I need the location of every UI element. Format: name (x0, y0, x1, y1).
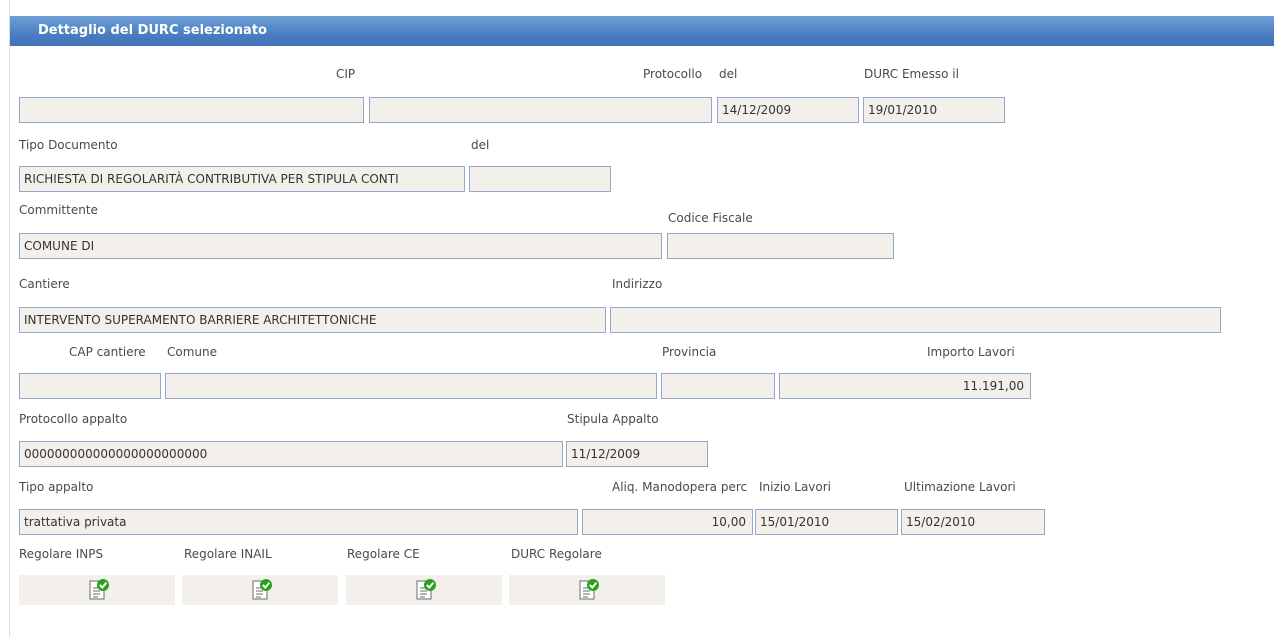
ultimazione-lavori-label: Ultimazione Lavori (904, 480, 1016, 494)
inizio-lavori-field[interactable]: 15/01/2010 (755, 509, 898, 535)
tipo-documento-date-field[interactable] (469, 166, 611, 192)
protocollo-appalto-field[interactable]: 000000000000000000000000 (19, 441, 563, 467)
regolare-inail-label: Regolare INAIL (184, 547, 272, 561)
stipula-appalto-label: Stipula Appalto (567, 412, 659, 426)
committente-label: Committente (19, 203, 98, 217)
indirizzo-label: Indirizzo (612, 277, 663, 291)
cip-field[interactable] (19, 97, 364, 123)
indirizzo-field[interactable] (610, 307, 1221, 333)
document-check-icon (252, 579, 272, 600)
cantiere-label: Cantiere (19, 277, 70, 291)
aliquota-manodopera-field[interactable]: 10,00 (582, 509, 753, 535)
inizio-lavori-label: Inizio Lavori (759, 480, 832, 494)
regolare-inail-status (182, 575, 338, 605)
regolare-inps-label: Regolare INPS (19, 547, 104, 561)
tipo-documento-field[interactable]: RICHIESTA DI REGOLARITÀ CONTRIBUTIVA PER… (19, 166, 465, 192)
cap-cantiere-field[interactable] (19, 373, 161, 399)
ultimazione-lavori-field[interactable]: 15/02/2010 (901, 509, 1045, 535)
protocollo-label: Protocollo (643, 67, 703, 81)
aliquota-manodopera-label: Aliq. Manodopera perc (612, 480, 748, 494)
durc-regolare-label: DURC Regolare (511, 547, 602, 561)
durc-regolare-status (509, 575, 665, 605)
protocollo-date-label: del (719, 67, 738, 81)
codice-fiscale-field[interactable] (667, 233, 894, 259)
regolare-inps-status (19, 575, 175, 605)
protocollo-appalto-label: Protocollo appalto (19, 412, 128, 426)
protocollo-field[interactable] (369, 97, 712, 123)
cantiere-field[interactable]: INTERVENTO SUPERAMENTO BARRIERE ARCHITET… (19, 307, 606, 333)
durc-emesso-label: DURC Emesso il (864, 67, 959, 81)
durc-emesso-field[interactable]: 19/01/2010 (863, 97, 1005, 123)
regolare-ce-status (346, 575, 502, 605)
comune-field[interactable] (165, 373, 657, 399)
importo-lavori-field[interactable]: 11.191,00 (779, 373, 1031, 399)
stipula-appalto-field[interactable]: 11/12/2009 (566, 441, 708, 467)
cap-cantiere-label: CAP cantiere (69, 345, 146, 359)
tipo-appalto-field[interactable]: trattativa privata (19, 509, 578, 535)
panel-title: Dettaglio del DURC selezionato (38, 23, 267, 38)
document-check-icon (579, 579, 599, 600)
importo-lavori-label: Importo Lavori (927, 345, 1015, 359)
tipo-documento-label: Tipo Documento (19, 138, 118, 152)
committente-field[interactable]: COMUNE DI (19, 233, 662, 259)
document-check-icon (416, 579, 436, 600)
provincia-field[interactable] (661, 373, 775, 399)
document-check-icon (89, 579, 109, 600)
provincia-label: Provincia (662, 345, 717, 359)
regolare-ce-label: Regolare CE (347, 547, 420, 561)
cip-label: CIP (336, 67, 356, 81)
codice-fiscale-label: Codice Fiscale (668, 211, 753, 225)
protocollo-date-field[interactable]: 14/12/2009 (717, 97, 859, 123)
tipo-documento-date-label: del (471, 138, 490, 152)
comune-label: Comune (167, 345, 218, 359)
tipo-appalto-label: Tipo appalto (19, 480, 94, 494)
panel-header: Dettaglio del DURC selezionato (10, 16, 1274, 46)
